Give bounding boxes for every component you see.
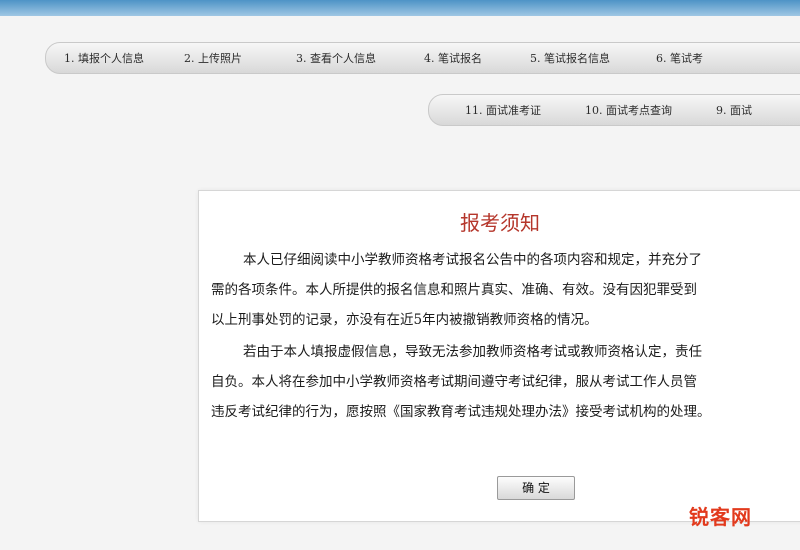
notice-line: 需的各项条件。本人所提供的报名信息和照片真实、准确、有效。没有因犯罪受到: [211, 282, 697, 298]
step-nav-row-2: 11. 面试准考证 10. 面试考点查询 9. 面试: [428, 94, 800, 126]
nav-step-9[interactable]: 9. 面试: [690, 102, 770, 118]
confirm-button[interactable]: 确 定: [497, 476, 575, 500]
nav-step-5[interactable]: 5. 笔试报名信息: [500, 50, 628, 66]
notice-paragraph-1: 本人已仔细阅读中小学教师资格考试报名公告中的各项内容和规定，并充分了 需的各项条…: [211, 245, 800, 335]
notice-line: 以上刑事处罚的记录，亦没有在近5年内被撤销教师资格的情况。: [211, 312, 598, 328]
nav-step-1[interactable]: 1. 填报个人信息: [46, 50, 162, 66]
nav-step-2[interactable]: 2. 上传照片: [162, 50, 260, 66]
window-title-bar: [0, 0, 800, 16]
nav-step-4[interactable]: 4. 笔试报名: [394, 50, 500, 66]
notice-line: 自负。本人将在参加中小学教师资格考试期间遵守考试纪律，服从考试工作人员管: [211, 374, 697, 390]
notice-line: 本人已仔细阅读中小学教师资格考试报名公告中的各项内容和规定，并充分了: [243, 252, 702, 268]
notice-line: 若由于本人填报虚假信息，导致无法参加教师资格考试或教师资格认定，责任: [243, 344, 702, 360]
notice-line: 违反考试纪律的行为，愿按照《国家教育考试违规处理办法》接受考试机构的处理。: [211, 404, 711, 420]
site-watermark: 锐客网: [689, 505, 752, 529]
nav-step-6[interactable]: 6. 笔试考: [628, 50, 721, 66]
notice-title: 报考须知: [460, 211, 540, 235]
step-nav-row-1: 1. 填报个人信息 2. 上传照片 3. 查看个人信息 4. 笔试报名 5. 笔…: [45, 42, 800, 74]
nav-step-3[interactable]: 3. 查看个人信息: [260, 50, 394, 66]
notice-panel: 报考须知 本人已仔细阅读中小学教师资格考试报名公告中的各项内容和规定，并充分了 …: [198, 190, 800, 522]
notice-paragraph-2: 若由于本人填报虚假信息，导致无法参加教师资格考试或教师资格认定，责任 自负。本人…: [211, 337, 800, 427]
nav-step-11[interactable]: 11. 面试准考证: [429, 102, 559, 118]
nav-step-10[interactable]: 10. 面试考点查询: [559, 102, 690, 118]
